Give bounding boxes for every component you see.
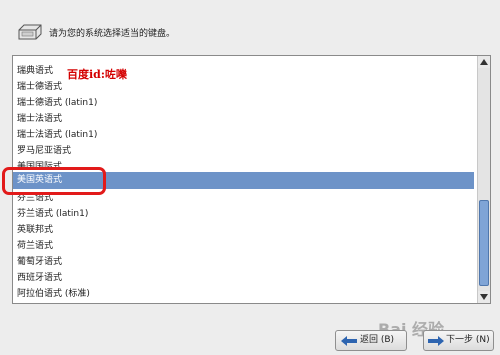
- keyboard-list-item[interactable]: 瑞士德语式 (latin1): [13, 95, 474, 111]
- back-button[interactable]: 返回 (B): [335, 330, 407, 351]
- keyboard-icon: [18, 24, 42, 40]
- header: 请为您的系统选择适当的键盘。: [0, 0, 500, 52]
- keyboard-list-item[interactable]: 美国国际式: [13, 159, 474, 167]
- keyboard-list-item[interactable]: 西班牙语式: [13, 270, 474, 286]
- keyboard-list-item[interactable]: 荷兰语式: [13, 238, 474, 254]
- top-watermark: 百度id:咗嚛: [67, 68, 127, 81]
- keyboard-list-item[interactable]: 罗马尼亚语式: [13, 143, 474, 159]
- next-button[interactable]: 下一步 (N): [423, 330, 494, 351]
- arrow-up-icon: [480, 59, 488, 65]
- keyboard-list-item[interactable]: 英联邦式: [13, 222, 474, 238]
- scroll-down-button[interactable]: [478, 291, 490, 303]
- arrow-down-icon: [480, 294, 488, 300]
- page-prompt: 请为您的系统选择适当的键盘。: [49, 29, 176, 39]
- arrow-left-icon: [341, 336, 357, 346]
- selection-highlight-outline: [2, 167, 106, 195]
- keyboard-list-item[interactable]: 瑞士法语式 (latin1): [13, 127, 474, 143]
- keyboard-list-item[interactable]: 阿拉伯语式 (标准): [13, 286, 474, 302]
- next-button-label: 下一步 (N): [446, 335, 490, 345]
- keyboard-list-item[interactable]: 葡萄牙语式: [13, 254, 474, 270]
- back-button-label: 返回 (B): [360, 335, 395, 345]
- vertical-scrollbar[interactable]: [477, 56, 490, 303]
- arrow-right-icon: [428, 336, 444, 346]
- keyboard-list-item[interactable]: 芬兰语式 (latin1): [13, 206, 474, 222]
- scrollbar-thumb[interactable]: [479, 200, 489, 286]
- scroll-up-button[interactable]: [478, 56, 490, 68]
- keyboard-list-item[interactable]: 瑞士法语式: [13, 111, 474, 127]
